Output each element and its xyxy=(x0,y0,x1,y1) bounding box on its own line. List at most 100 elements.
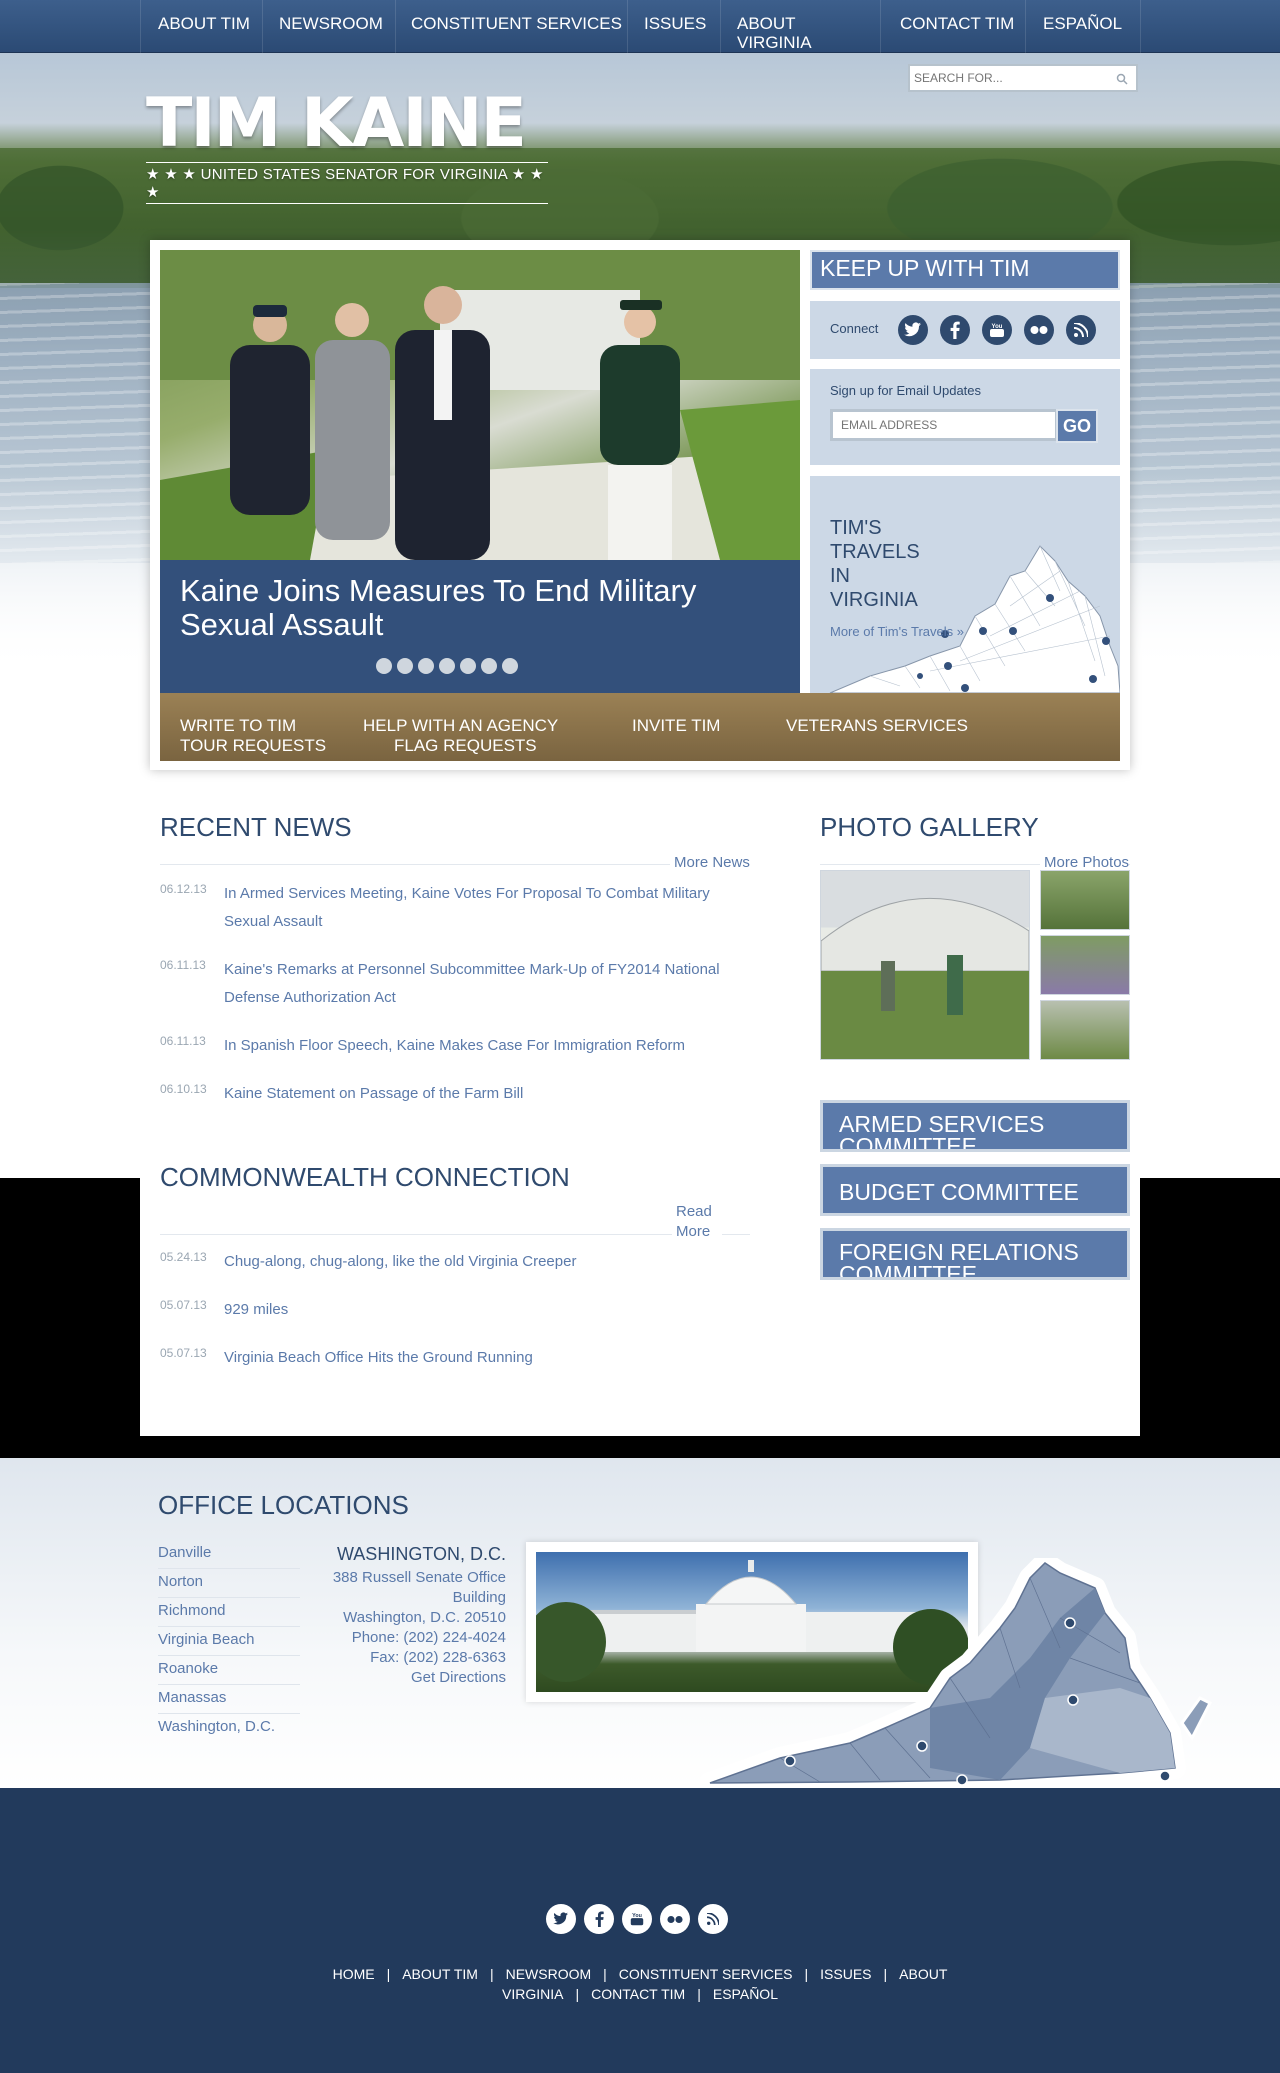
facebook-icon[interactable] xyxy=(940,315,970,345)
news-link[interactable]: Kaine's Remarks at Personnel Subcommitte… xyxy=(224,956,744,1012)
nav-divider xyxy=(880,0,881,53)
social-links: You xyxy=(898,315,1096,345)
news-date: 05.07.13 xyxy=(160,1346,207,1360)
slide-pager xyxy=(376,658,518,674)
keep-up-heading: KEEP UP WITH TIM xyxy=(810,250,1120,290)
news-link[interactable]: Virginia Beach Office Hits the Ground Ru… xyxy=(224,1344,744,1372)
flickr-icon[interactable] xyxy=(1024,315,1054,345)
footer-link-home[interactable]: HOME xyxy=(333,1966,375,1982)
slide-dot[interactable] xyxy=(397,658,413,674)
news-date: 05.07.13 xyxy=(160,1298,207,1312)
travels-link[interactable]: More of Tim's Travels » xyxy=(830,624,964,639)
news-date: 06.11.13 xyxy=(160,1034,206,1048)
feature-panel: Kaine Joins Measures To End Military Sex… xyxy=(150,240,1130,770)
slide-dot[interactable] xyxy=(418,658,434,674)
more-photos-link[interactable]: More Photos xyxy=(1040,854,1130,871)
committee-armed-services[interactable]: ARMED SERVICES COMMITTEE xyxy=(820,1100,1130,1152)
news-date: 06.10.13 xyxy=(160,1082,207,1096)
slide-dot[interactable] xyxy=(439,658,455,674)
nav-issues[interactable]: ISSUES xyxy=(644,14,706,33)
connect-box: Connect You xyxy=(810,301,1120,359)
news-link[interactable]: In Spanish Floor Speech, Kaine Makes Cas… xyxy=(224,1032,744,1060)
office-link-washington[interactable]: Washington, D.C. xyxy=(158,1714,300,1743)
greenhouse-photo xyxy=(820,897,1030,1059)
get-directions-link[interactable]: Get Directions xyxy=(300,1668,506,1688)
slide-dot[interactable] xyxy=(481,658,497,674)
nav-about-virginia[interactable]: ABOUT VIRGINIA xyxy=(737,14,827,52)
gallery-thumbnail[interactable] xyxy=(1040,870,1130,930)
email-input[interactable] xyxy=(830,409,1058,441)
office-address-line2: Washington, D.C. 20510 xyxy=(343,1609,506,1626)
recent-news-heading: RECENT NEWS xyxy=(160,812,352,842)
twitter-icon[interactable] xyxy=(546,1904,576,1934)
quicklink-veterans-services[interactable]: VETERANS SERVICES xyxy=(786,716,968,736)
slide-dot[interactable] xyxy=(502,658,518,674)
divider xyxy=(160,864,750,865)
committee-foreign-relations[interactable]: FOREIGN RELATIONS COMMITTEE xyxy=(820,1228,1130,1280)
nav-contact-tim[interactable]: CONTACT TIM xyxy=(900,14,1014,33)
quicklink-help-with-agency[interactable]: HELP WITH AN AGENCY xyxy=(363,716,558,736)
footer-social-links: You xyxy=(546,1904,728,1934)
more-news-link[interactable]: More News xyxy=(670,854,750,871)
office-address: WASHINGTON, D.C. 388 Russell Senate Offi… xyxy=(300,1544,506,1688)
travels-box[interactable]: TIM'S TRAVELS IN VIRGINIA More of Tim's … xyxy=(810,476,1120,693)
slide-photo[interactable] xyxy=(160,250,800,560)
slide-dot[interactable] xyxy=(376,658,392,674)
footer-link-about-tim[interactable]: ABOUT TIM xyxy=(402,1966,478,1982)
footer-link-constituent-services[interactable]: CONSTITUENT SERVICES xyxy=(619,1966,793,1982)
office-link-richmond[interactable]: Richmond xyxy=(158,1598,300,1627)
logo-tagline: ★ ★ ★ UNITED STATES SENATOR FOR VIRGINIA… xyxy=(146,162,548,204)
nav-divider xyxy=(140,0,141,53)
nav-newsroom[interactable]: NEWSROOM xyxy=(279,14,383,33)
footer-link-issues[interactable]: ISSUES xyxy=(820,1966,871,1982)
footer-link-espanol[interactable]: ESPAÑOL xyxy=(713,1986,778,2002)
gallery-thumbnail[interactable] xyxy=(1040,1000,1130,1060)
facebook-icon[interactable] xyxy=(584,1904,614,1934)
office-link-manassas[interactable]: Manassas xyxy=(158,1685,300,1714)
quicklink-write-to-tim[interactable]: WRITE TO TIM xyxy=(180,716,296,736)
news-link[interactable]: Kaine Statement on Passage of the Farm B… xyxy=(224,1080,744,1108)
office-link-danville[interactable]: Danville xyxy=(158,1540,300,1569)
rss-icon[interactable] xyxy=(698,1904,728,1934)
search-input[interactable] xyxy=(910,66,1100,90)
footer-link-contact-tim[interactable]: CONTACT TIM xyxy=(591,1986,685,2002)
office-link-virginia-beach[interactable]: Virginia Beach xyxy=(158,1627,300,1656)
travels-title: TIM'S TRAVELS IN VIRGINIA xyxy=(830,517,920,611)
flickr-icon[interactable] xyxy=(660,1904,690,1934)
read-more-link[interactable]: Read More xyxy=(672,1202,722,1242)
gallery-thumbnail[interactable] xyxy=(1040,935,1130,995)
nav-divider xyxy=(1025,0,1026,53)
slide-dot[interactable] xyxy=(460,658,476,674)
twitter-icon[interactable] xyxy=(898,315,928,345)
footer-links: HOME | ABOUT TIM | NEWSROOM | CONSTITUENT SERV… xyxy=(332,1966,948,2002)
news-link[interactable]: In Armed Services Meeting, Kaine Votes F… xyxy=(224,880,744,936)
nav-about-tim[interactable]: ABOUT TIM xyxy=(158,14,250,33)
quicklink-tour-requests[interactable]: TOUR REQUESTS xyxy=(180,736,326,756)
nav-divider xyxy=(720,0,721,53)
footer-link-newsroom[interactable]: NEWSROOM xyxy=(506,1966,592,1982)
news-link[interactable]: Chug-along, chug-along, like the old Vir… xyxy=(224,1248,744,1276)
committee-links: ARMED SERVICES COMMITTEE BUDGET COMMITTE… xyxy=(820,1100,1130,1300)
committee-budget[interactable]: BUDGET COMMITTEE xyxy=(820,1164,1130,1216)
search-icon[interactable] xyxy=(1116,72,1128,90)
slide-photo-people xyxy=(160,250,800,560)
slide-title[interactable]: Kaine Joins Measures To End Military Sex… xyxy=(180,574,740,642)
news-link[interactable]: 929 miles xyxy=(224,1296,744,1324)
rss-icon[interactable] xyxy=(1066,315,1096,345)
quicklink-flag-requests[interactable]: FLAG REQUESTS xyxy=(394,736,537,756)
nav-espanol[interactable]: ESPAÑOL xyxy=(1043,14,1122,33)
youtube-icon[interactable]: You xyxy=(982,315,1012,345)
nav-constituent-services[interactable]: CONSTITUENT SERVICES xyxy=(411,14,622,33)
office-link-norton[interactable]: Norton xyxy=(158,1569,300,1598)
top-navigation: ABOUT TIM NEWSROOM CONSTITUENT SERVICES … xyxy=(0,0,1280,53)
gallery-main-photo[interactable] xyxy=(820,870,1030,1060)
office-link-roanoke[interactable]: Roanoke xyxy=(158,1656,300,1685)
svg-text:You: You xyxy=(992,324,1003,330)
quicklink-invite-tim[interactable]: INVITE TIM xyxy=(632,716,720,736)
quick-links-bar: WRITE TO TIM HELP WITH AN AGENCY INVITE … xyxy=(160,693,1120,761)
youtube-icon[interactable]: You xyxy=(622,1904,652,1934)
email-signup-label: Sign up for Email Updates xyxy=(830,383,982,398)
email-go-button[interactable]: GO xyxy=(1056,409,1098,443)
office-list: Danville Norton Richmond Virginia Beach … xyxy=(158,1540,300,1743)
site-logo[interactable]: TIM KAINE ★ ★ ★ UNITED STATES SENATOR FO… xyxy=(146,88,548,204)
